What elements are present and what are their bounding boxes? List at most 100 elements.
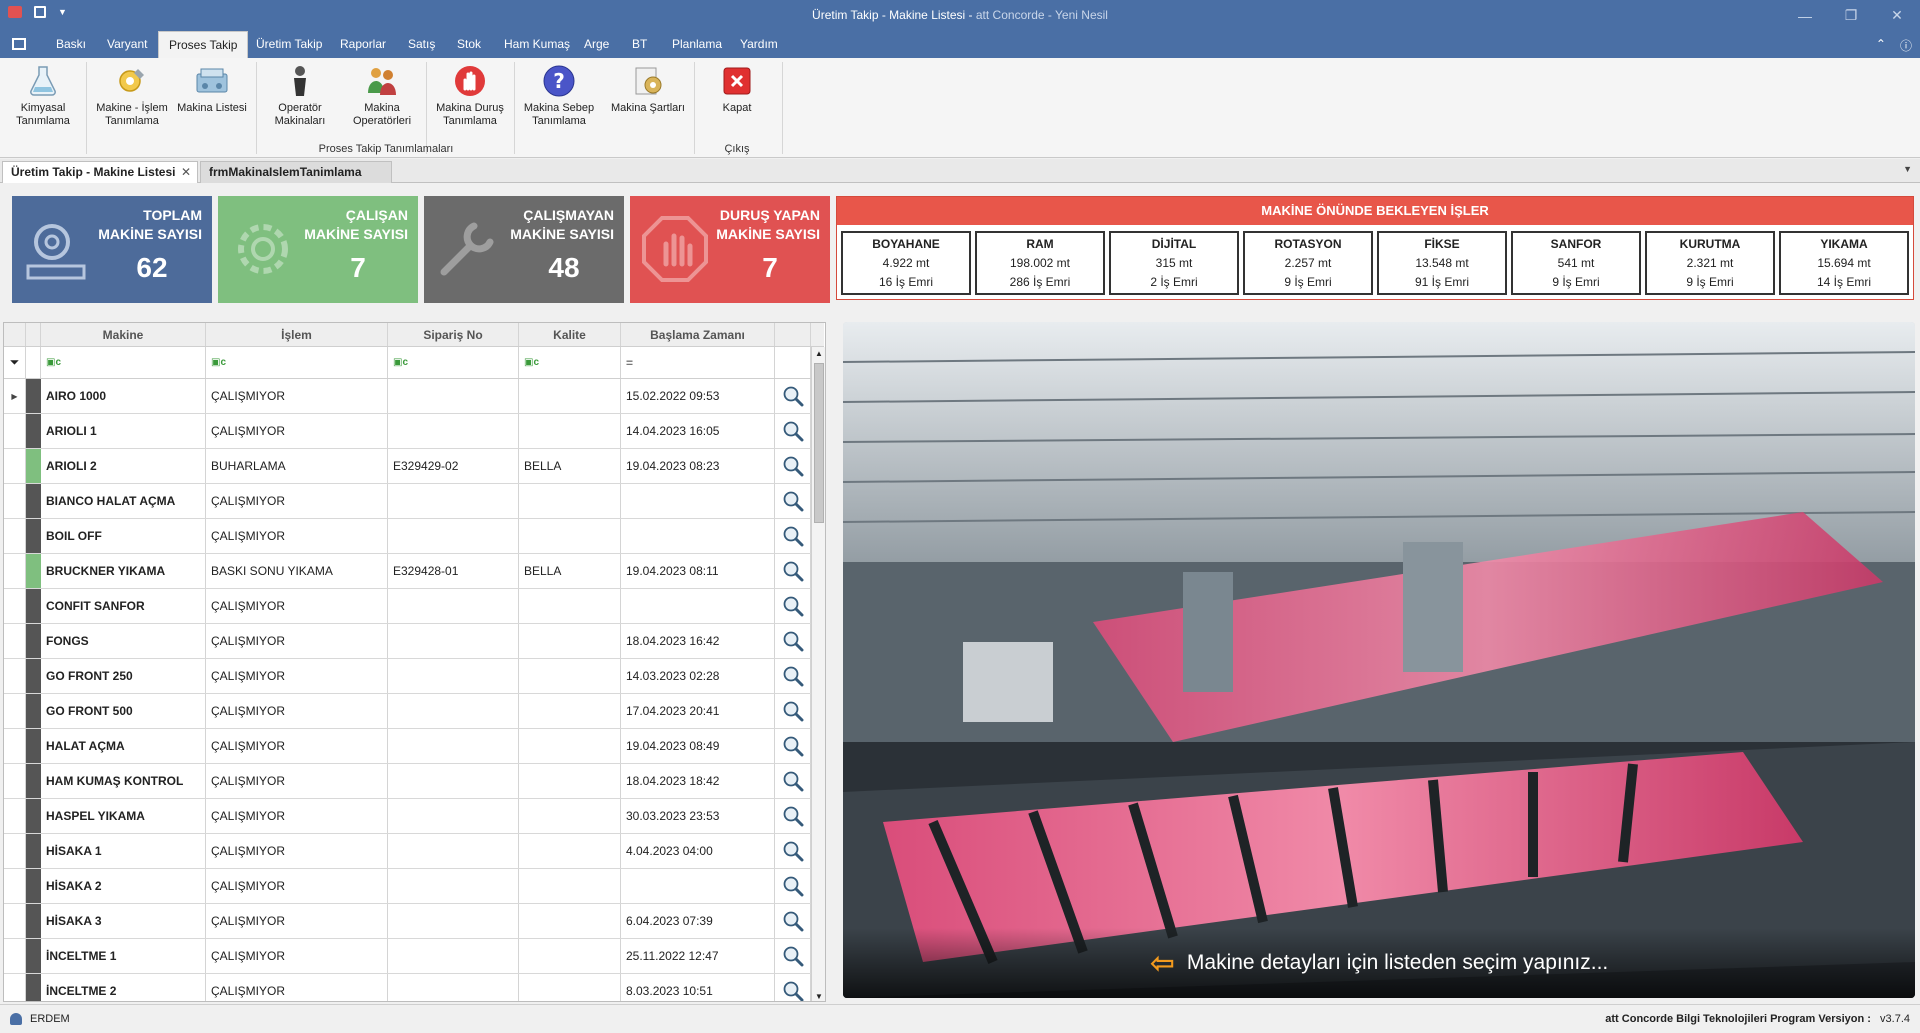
table-row[interactable]: HALAT AÇMA ÇALIŞMIYOR 19.04.2023 08:49 xyxy=(4,729,824,764)
tab-frm-makina-islem[interactable]: frmMakinaIslemTanimlama xyxy=(200,161,392,183)
maximize-button[interactable]: ❐ xyxy=(1828,0,1874,31)
cell-kalite xyxy=(519,869,621,903)
menu-yardim[interactable]: Yardım xyxy=(730,31,788,58)
menu-raporlar[interactable]: Raporlar xyxy=(330,31,396,58)
menu-bt[interactable]: BT xyxy=(622,31,657,58)
makina-durus-tanimlama-button[interactable]: Makina Duruş Tanımlama xyxy=(432,64,508,128)
detail-search-button[interactable] xyxy=(775,414,811,448)
makina-sebep-tanimlama-button[interactable]: ? Makina Sebep Tanımlama xyxy=(520,64,598,128)
table-row[interactable]: BOIL OFF ÇALIŞMIYOR xyxy=(4,519,824,554)
close-window-button[interactable]: ✕ xyxy=(1874,0,1920,31)
scroll-up-icon[interactable]: ▲ xyxy=(815,349,823,358)
col-siparis-no[interactable]: Sipariş No xyxy=(388,323,519,346)
detail-search-button[interactable] xyxy=(775,554,811,588)
detail-search-button[interactable] xyxy=(775,729,811,763)
table-row[interactable]: ARIOLI 1 ÇALIŞMIYOR 14.04.2023 16:05 xyxy=(4,414,824,449)
makina-sartlari-button[interactable]: Makina Şartları xyxy=(606,64,690,115)
table-row[interactable]: HİSAKA 3 ÇALIŞMIYOR 6.04.2023 07:39 xyxy=(4,904,824,939)
table-row[interactable]: HASPEL YIKAMA ÇALIŞMIYOR 30.03.2023 23:53 xyxy=(4,799,824,834)
detail-search-button[interactable] xyxy=(775,974,811,1001)
filter-kalite[interactable]: ▣c xyxy=(519,347,621,378)
waiting-cell[interactable]: SANFOR 541 mt 9 İş Emri xyxy=(1511,231,1641,295)
table-row[interactable]: CONFIT SANFOR ÇALIŞMIYOR xyxy=(4,589,824,624)
menu-varyant[interactable]: Varyant xyxy=(97,31,157,58)
table-row[interactable]: FONGS ÇALIŞMIYOR 18.04.2023 16:42 xyxy=(4,624,824,659)
row-indicator xyxy=(4,449,26,483)
col-baslama-zamani[interactable]: Başlama Zamanı xyxy=(621,323,775,346)
filter-baslama[interactable]: = xyxy=(621,347,775,378)
col-kalite[interactable]: Kalite xyxy=(519,323,621,346)
table-row[interactable]: İNCELTME 1 ÇALIŞMIYOR 25.11.2022 12:47 xyxy=(4,939,824,974)
filter-detail xyxy=(775,347,811,378)
table-row[interactable]: BIANCO HALAT AÇMA ÇALIŞMIYOR xyxy=(4,484,824,519)
table-row[interactable]: HAM KUMAŞ KONTROL ÇALIŞMIYOR 18.04.2023 18… xyxy=(4,764,824,799)
menu-baski[interactable]: Baskı xyxy=(46,31,96,58)
detail-search-button[interactable] xyxy=(775,694,811,728)
menu-uretim-takip[interactable]: Üretim Takip xyxy=(246,31,332,58)
waiting-cell[interactable]: KURUTMA 2.321 mt 9 İş Emri xyxy=(1645,231,1775,295)
waiting-cell-orders: 9 İş Emri xyxy=(1284,275,1332,289)
detail-search-button[interactable] xyxy=(775,449,811,483)
menu-planlama[interactable]: Planlama xyxy=(662,31,732,58)
makine-islem-tanimlama-button[interactable]: Makine - İşlem Tanımlama xyxy=(92,64,172,128)
collapse-ribbon-icon[interactable]: ⌃ xyxy=(1876,37,1886,54)
table-row[interactable]: HİSAKA 2 ÇALIŞMIYOR xyxy=(4,869,824,904)
app-menu-icon[interactable] xyxy=(12,38,26,50)
makina-operatorleri-button[interactable]: Makina Operatörleri xyxy=(344,64,420,128)
cell-siparis-no xyxy=(388,694,519,728)
detail-search-button[interactable] xyxy=(775,519,811,553)
grid-scrollbar[interactable]: ▲ ▼ xyxy=(811,347,825,1001)
tab-close-icon[interactable]: ✕ xyxy=(181,162,191,182)
table-row[interactable]: GO FRONT 500 ÇALIŞMIYOR 17.04.2023 20:41 xyxy=(4,694,824,729)
waiting-cell[interactable]: FİKSE 13.548 mt 91 İş Emri xyxy=(1377,231,1507,295)
col-makine[interactable]: Makine xyxy=(41,323,206,346)
table-row[interactable]: İNCELTME 2 ÇALIŞMIYOR 8.03.2023 10:51 xyxy=(4,974,824,1001)
help-icon[interactable]: ⓘ xyxy=(1900,37,1912,54)
kapat-button[interactable]: Kapat xyxy=(700,64,774,115)
minimize-button[interactable]: — xyxy=(1782,0,1828,31)
detail-search-button[interactable] xyxy=(775,589,811,623)
cell-kalite xyxy=(519,484,621,518)
table-row[interactable]: ARIOLI 2 BUHARLAMA E329429-02 BELLA 19.04.20… xyxy=(4,449,824,484)
menu-ham-kumas[interactable]: Ham Kumaş xyxy=(494,31,580,58)
waiting-cell[interactable]: DİJİTAL 315 mt 2 İş Emri xyxy=(1109,231,1239,295)
table-row[interactable]: HİSAKA 1 ÇALIŞMIYOR 4.04.2023 04:00 xyxy=(4,834,824,869)
tab-overflow-icon[interactable]: ▼ xyxy=(1903,164,1912,174)
tab-makine-listesi[interactable]: Üretim Takip - Makine Listesi ✕ xyxy=(2,161,198,183)
detail-search-button[interactable] xyxy=(775,904,811,938)
detail-search-button[interactable] xyxy=(775,799,811,833)
menu-proses-takip[interactable]: Proses Takip xyxy=(158,31,249,58)
menu-arge[interactable]: Arge xyxy=(574,31,619,58)
menu-stok[interactable]: Stok xyxy=(447,31,491,58)
operator-makinalari-button[interactable]: Operatör Makinaları xyxy=(264,64,336,128)
detail-search-button[interactable] xyxy=(775,659,811,693)
filter-makine[interactable]: ▣c xyxy=(41,347,206,378)
waiting-cell-meters: 13.548 mt xyxy=(1415,256,1469,270)
filter-siparis[interactable]: ▣c xyxy=(388,347,519,378)
makina-listesi-button[interactable]: Makina Listesi xyxy=(176,64,248,115)
menu-satis[interactable]: Satış xyxy=(398,31,445,58)
waiting-cell[interactable]: RAM 198.002 mt 286 İş Emri xyxy=(975,231,1105,295)
detail-search-button[interactable] xyxy=(775,834,811,868)
waiting-cell[interactable]: YIKAMA 15.694 mt 14 İş Emri xyxy=(1779,231,1909,295)
detail-search-button[interactable] xyxy=(775,379,811,413)
table-row[interactable]: BRUCKNER YIKAMA BASKI SONU YIKAMA E329428-… xyxy=(4,554,824,589)
waiting-cell-name: ROTASYON xyxy=(1274,237,1342,251)
waiting-cell[interactable]: BOYAHANE 4.922 mt 16 İş Emri xyxy=(841,231,971,295)
table-row[interactable]: ▶ AIRO 1000 ÇALIŞMIYOR 15.02.2022 09:53 xyxy=(4,379,824,414)
row-indicator: ▶ xyxy=(4,379,26,413)
grid-filter-row: ⏷ ▣c ▣c ▣c ▣c = xyxy=(4,347,824,379)
detail-search-button[interactable] xyxy=(775,484,811,518)
scroll-thumb[interactable] xyxy=(814,363,824,523)
scroll-down-icon[interactable]: ▼ xyxy=(815,992,823,1001)
table-row[interactable]: GO FRONT 250 ÇALIŞMIYOR 14.03.2023 02:28 xyxy=(4,659,824,694)
col-islem[interactable]: İşlem xyxy=(206,323,388,346)
detail-search-button[interactable] xyxy=(775,624,811,658)
filter-icon[interactable]: ⏷ xyxy=(4,347,26,378)
kimyasal-tanimlama-button[interactable]: Kimyasal Tanımlama xyxy=(10,64,76,128)
detail-search-button[interactable] xyxy=(775,869,811,903)
detail-search-button[interactable] xyxy=(775,764,811,798)
detail-search-button[interactable] xyxy=(775,939,811,973)
filter-islem[interactable]: ▣c xyxy=(206,347,388,378)
waiting-cell[interactable]: ROTASYON 2.257 mt 9 İş Emri xyxy=(1243,231,1373,295)
